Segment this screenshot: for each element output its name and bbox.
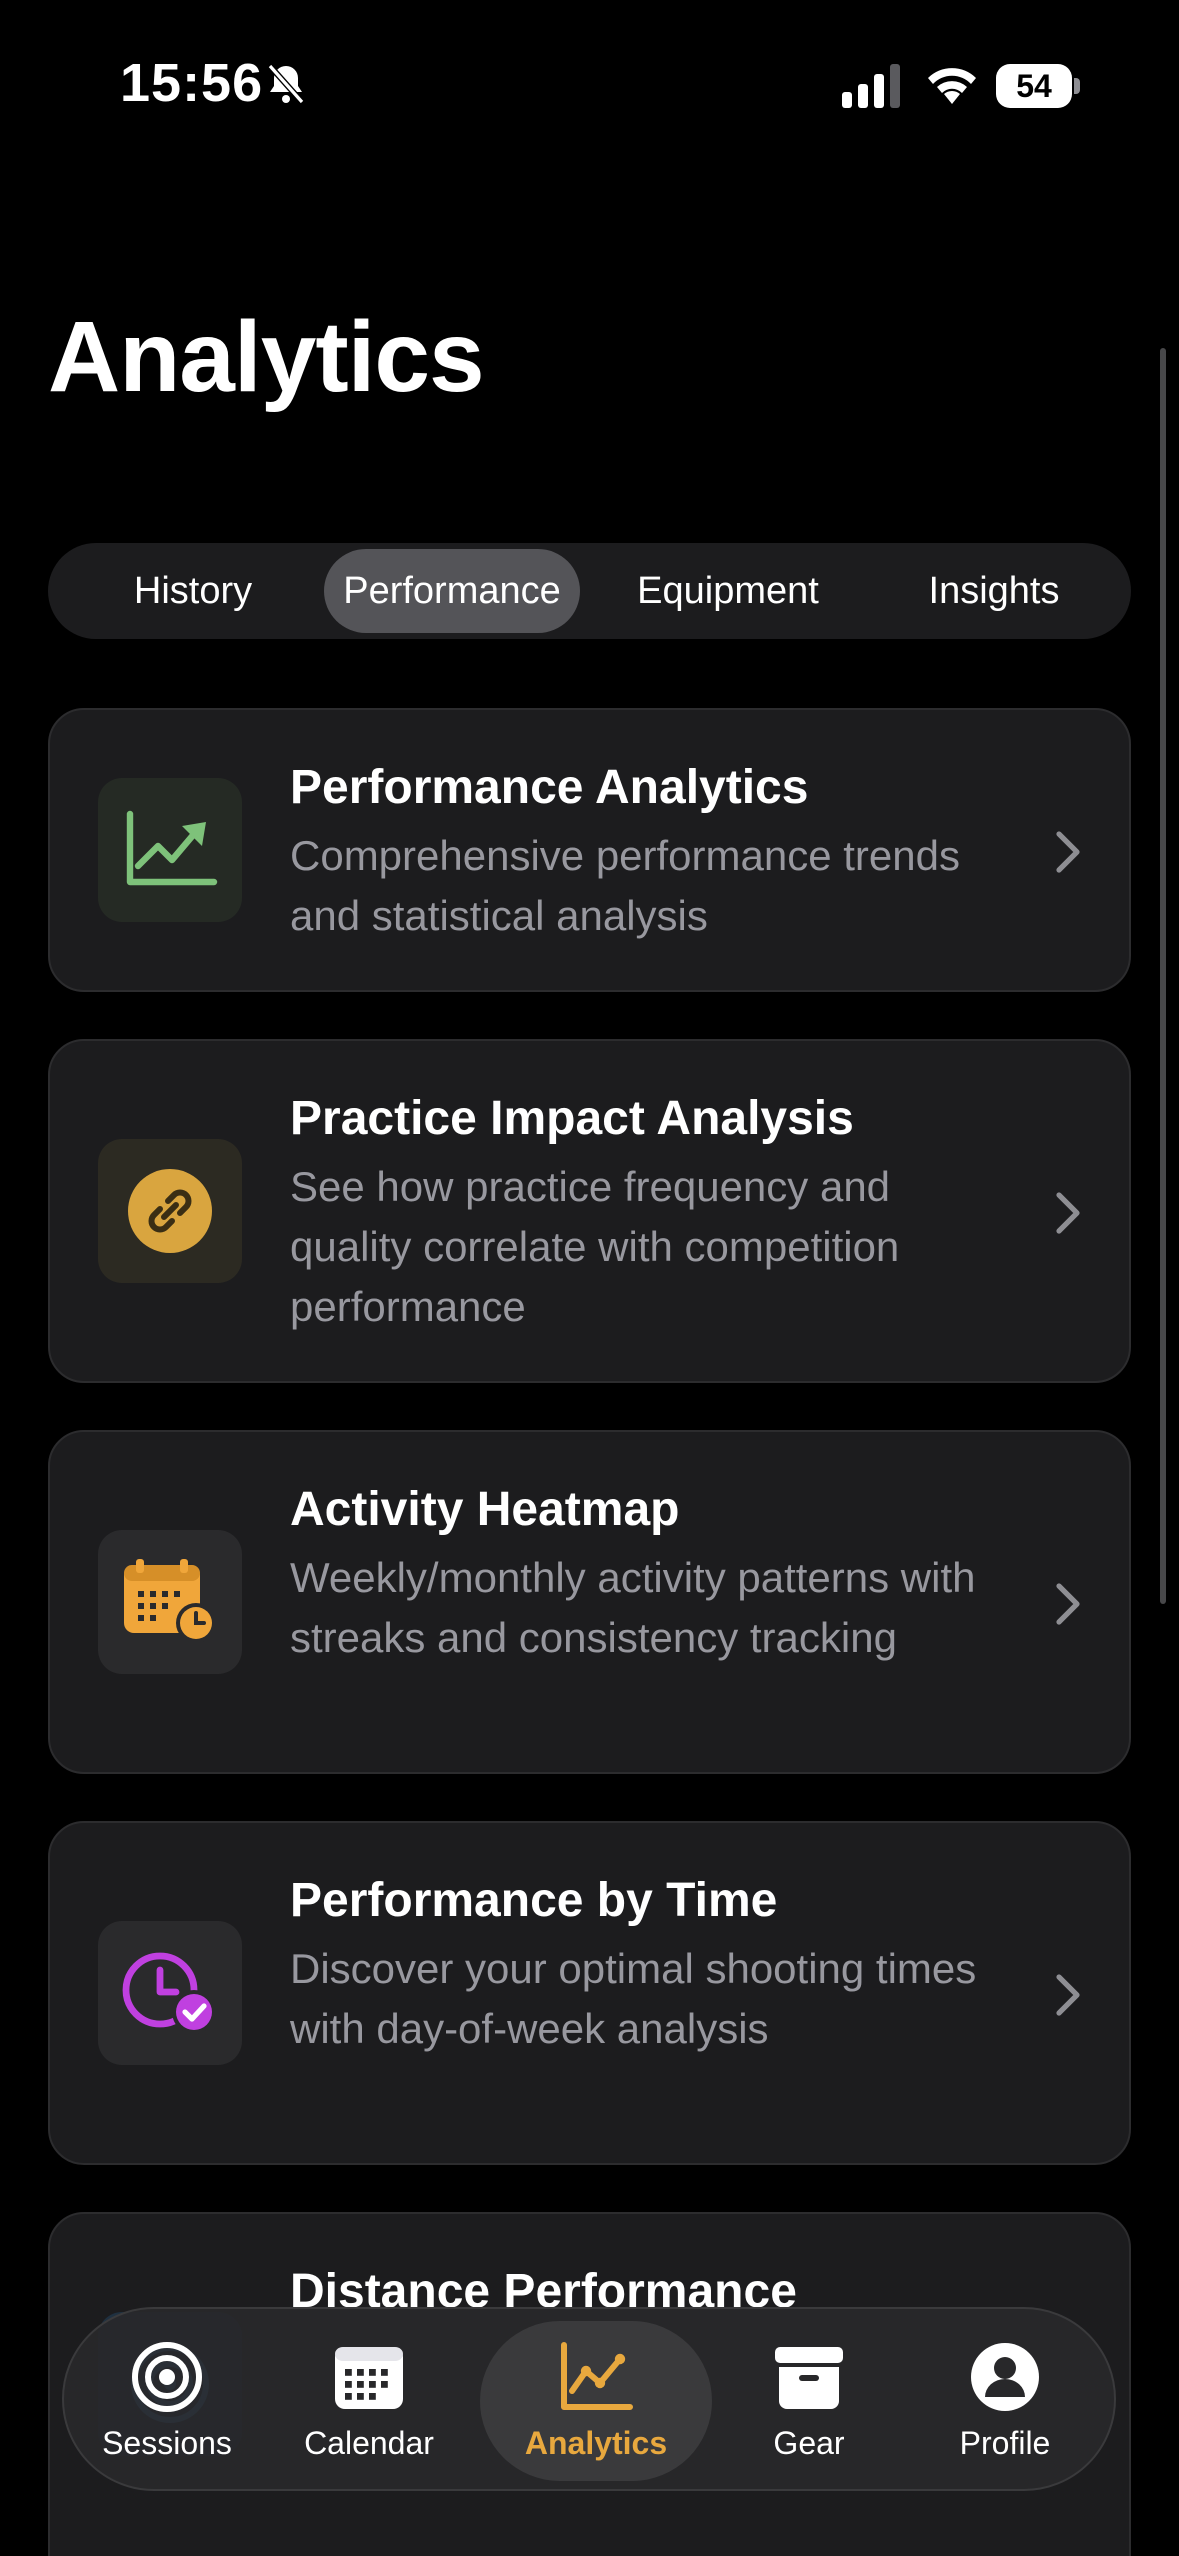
card-activity-heatmap[interactable]: Activity Heatmap Weekly/monthly activity… (48, 1430, 1131, 1774)
status-bar: 15:56 54 (0, 0, 1179, 170)
trend-chart-icon (126, 810, 218, 886)
chevron-right-icon (1056, 1192, 1080, 1234)
tab-insights[interactable]: Insights (874, 549, 1114, 633)
card-title: Activity Heatmap (290, 1483, 680, 1536)
chevron-right-icon (1056, 1974, 1080, 2016)
target-icon (132, 2341, 202, 2412)
card-icon-container (98, 1921, 242, 2065)
scroll-indicator[interactable] (1160, 348, 1166, 1604)
card-title: Performance Analytics (290, 761, 809, 814)
card-description: Discover your optimal shooting times wit… (290, 1945, 977, 2052)
card-practice-impact[interactable]: Practice Impact Analysis See how practic… (48, 1039, 1131, 1383)
tab-bar-label: Calendar (304, 2424, 434, 2461)
wifi-icon (928, 68, 976, 104)
tab-performance[interactable]: Performance (324, 549, 580, 633)
card-icon-container (98, 1530, 242, 1674)
tab-bar-gear[interactable]: Gear (724, 2309, 894, 2493)
tab-bar-label: Profile (959, 2424, 1051, 2461)
chevron-right-icon (1056, 831, 1080, 873)
tab-bar-profile[interactable]: Profile (920, 2309, 1090, 2493)
cellular-signal-icon (842, 64, 900, 108)
status-time: 15:56 (120, 53, 264, 113)
card-icon-container (98, 778, 242, 922)
bell-slash-icon (267, 64, 305, 104)
battery-tip (1074, 78, 1080, 94)
tab-equipment[interactable]: Equipment (596, 549, 860, 633)
link-icon (128, 1169, 212, 1253)
tab-bar-analytics[interactable]: Analytics (480, 2321, 712, 2481)
card-performance-by-time[interactable]: Performance by Time Discover your optima… (48, 1821, 1131, 2165)
card-description: Comprehensive performance trends and sta… (290, 832, 960, 939)
calendar-icon (335, 2346, 403, 2409)
tab-bar: Sessions Calendar Analytics Gear Profile (62, 2307, 1116, 2491)
tab-bar-label: Gear (773, 2424, 845, 2461)
card-icon-container (98, 1139, 242, 1283)
clock-check-icon (122, 1952, 216, 2034)
card-description: Weekly/monthly activity patterns with st… (290, 1554, 976, 1661)
tab-bar-sessions[interactable]: Sessions (82, 2309, 252, 2493)
page-title: Analytics (48, 301, 485, 413)
battery-indicator: 54 (996, 64, 1080, 108)
card-title: Practice Impact Analysis (290, 1092, 854, 1145)
person-icon (971, 2342, 1039, 2411)
archive-box-icon (775, 2346, 843, 2409)
tab-bar-label: Analytics (524, 2424, 668, 2461)
tab-bar-label: Sessions (102, 2424, 232, 2461)
tab-bar-calendar[interactable]: Calendar (284, 2309, 454, 2493)
calendar-clock-icon (124, 1559, 216, 1643)
segmented-control: History Performance Equipment Insights (48, 543, 1131, 639)
card-description: See how practice frequency and quality c… (290, 1163, 900, 1330)
battery-level: 54 (996, 64, 1072, 108)
tab-history[interactable]: History (88, 549, 298, 633)
chevron-right-icon (1056, 1583, 1080, 1625)
card-title: Performance by Time (290, 1874, 778, 1927)
card-performance-analytics[interactable]: Performance Analytics Comprehensive perf… (48, 708, 1131, 992)
chart-icon (561, 2341, 633, 2410)
